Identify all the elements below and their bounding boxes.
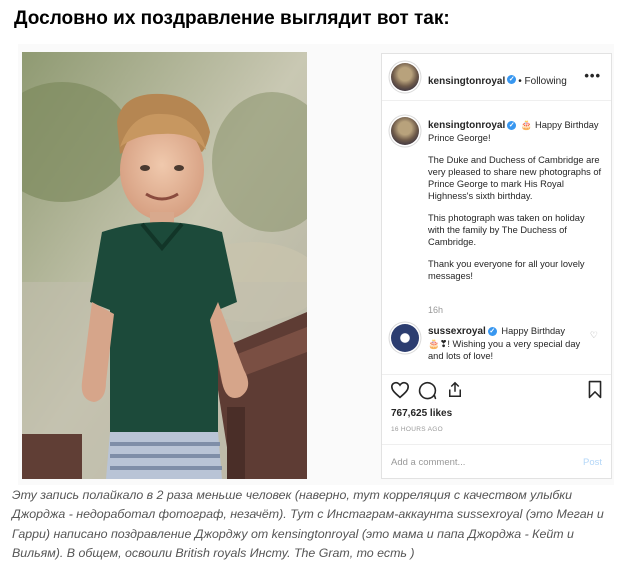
post-age: 16 HOURS AGO xyxy=(391,426,444,433)
post-comment-button[interactable]: Post xyxy=(583,457,602,468)
caption-avatar[interactable] xyxy=(391,117,419,145)
account-name[interactable]: kensingtonroyal xyxy=(428,76,505,87)
post-photo xyxy=(22,52,307,479)
bookmark-icon[interactable] xyxy=(587,380,603,399)
comment-like-heart-icon[interactable]: ♡ xyxy=(590,330,598,341)
add-comment-bar: Add a comment... Post xyxy=(382,444,611,479)
caption-timestamp: 16h xyxy=(428,305,444,315)
account-avatar[interactable] xyxy=(391,63,419,91)
share-icon[interactable] xyxy=(446,380,464,399)
post-header-account: kensingtonroyal ✓ • Following xyxy=(428,71,567,89)
instagram-post: kensingtonroyal ✓ • Following ••• kensingt… xyxy=(381,53,612,479)
article-heading: Дословно их поздравление выглядит вот та… xyxy=(14,8,450,29)
post-actions xyxy=(382,374,611,401)
verified-icon: ✓ xyxy=(507,75,517,85)
likes-count[interactable]: 767,625 likes xyxy=(391,408,452,419)
caption-paragraph-4: Thank you everyone for all your lovely m… xyxy=(428,259,585,281)
comment: sussexroyal ✓ Happy Birthday 🎂❣! Wishing … xyxy=(428,325,588,362)
following-label[interactable]: • Following xyxy=(518,76,567,87)
article-note: Эту запись полайкало в 2 раза меньше чел… xyxy=(12,488,604,561)
comment-icon[interactable] xyxy=(418,381,437,400)
verified-icon: ✓ xyxy=(487,327,497,337)
caption-paragraph-3: This photograph was taken on holiday wit… xyxy=(428,213,585,247)
boy-photo-illustration xyxy=(22,52,307,479)
caption-paragraph-2: The Duke and Duchess of Cambridge are ve… xyxy=(428,155,602,201)
verified-icon: ✓ xyxy=(507,121,517,131)
comment-avatar[interactable] xyxy=(391,324,419,352)
more-icon[interactable]: ••• xyxy=(584,68,601,83)
post-header: kensingtonroyal ✓ • Following ••• xyxy=(382,54,611,101)
post-caption: kensingtonroyal ✓ 🎂 Happy Birthday Prince… xyxy=(428,119,602,292)
add-comment-input[interactable]: Add a comment... xyxy=(391,457,465,468)
comment-account-name[interactable]: sussexroyal xyxy=(428,326,486,337)
caption-account-name[interactable]: kensingtonroyal xyxy=(428,120,505,131)
heart-icon[interactable] xyxy=(390,381,410,399)
